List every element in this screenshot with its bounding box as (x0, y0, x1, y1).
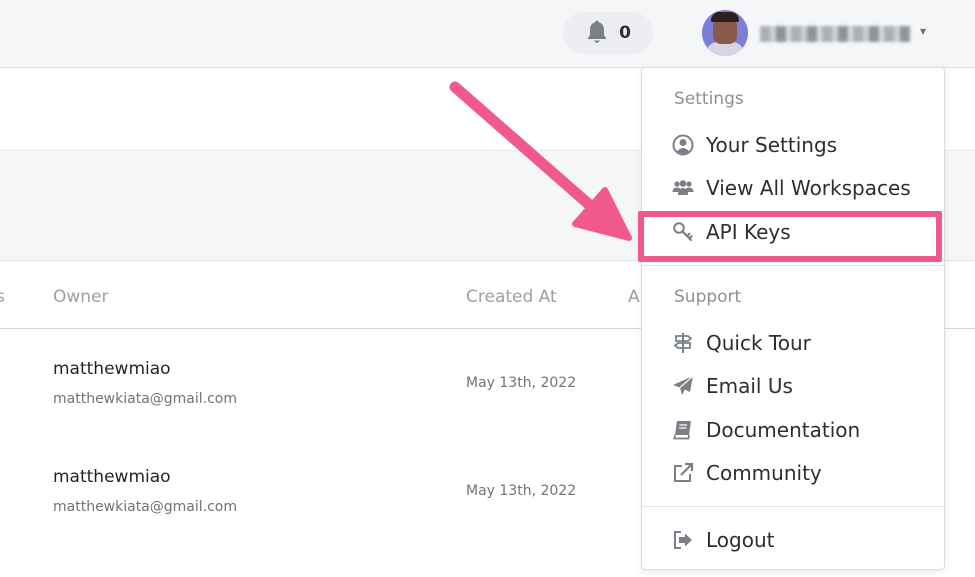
user-circle-icon (672, 134, 694, 156)
owner-name: matthewmiao (53, 467, 171, 487)
column-header-created-at[interactable]: Created At (466, 287, 557, 307)
user-dropdown-menu: Settings Your Settings View All Workspac… (641, 67, 945, 570)
menu-item-your-settings[interactable]: Your Settings (672, 130, 837, 160)
menu-item-community[interactable]: Community (672, 458, 822, 488)
menu-item-label: Logout (706, 528, 775, 552)
owner-email: matthewkiata@gmail.com (53, 499, 238, 515)
book-icon (673, 421, 691, 440)
chevron-down-icon[interactable]: ▾ (920, 24, 926, 38)
owner-email: matthewkiata@gmail.com (53, 391, 238, 407)
menu-item-label: View All Workspaces (706, 176, 911, 200)
column-header-clipped: s (0, 287, 5, 307)
menu-item-email-us[interactable]: Email Us (672, 371, 793, 401)
bell-icon (587, 20, 607, 43)
menu-item-label: Quick Tour (706, 331, 811, 355)
users-icon (672, 180, 694, 195)
notification-count: 0 (619, 23, 631, 43)
menu-divider (642, 506, 944, 507)
notifications-button[interactable]: 0 (563, 12, 653, 54)
support-section-label: Support (674, 287, 742, 307)
column-header-clipped-right: A (628, 287, 640, 307)
created-at: May 13th, 2022 (466, 483, 577, 499)
sign-out-icon (674, 531, 692, 549)
menu-item-documentation[interactable]: Documentation (672, 415, 860, 445)
menu-item-logout[interactable]: Logout (672, 525, 774, 555)
settings-section-label: Settings (674, 89, 744, 109)
avatar[interactable] (702, 10, 748, 56)
menu-item-label: Community (706, 461, 822, 485)
paper-plane-icon (673, 375, 694, 395)
menu-item-label: Documentation (706, 418, 861, 442)
menu-divider (642, 265, 944, 266)
menu-item-view-all-workspaces[interactable]: View All Workspaces (672, 173, 911, 203)
owner-name: matthewmiao (53, 359, 171, 379)
username-blurred[interactable] (760, 26, 910, 42)
menu-item-quick-tour[interactable]: Quick Tour (672, 328, 811, 358)
created-at: May 13th, 2022 (466, 375, 577, 391)
menu-item-label: Your Settings (706, 133, 838, 157)
top-bar: 0 ▾ (0, 0, 975, 68)
menu-item-label: Email Us (706, 374, 793, 398)
external-link-icon (674, 462, 694, 482)
directions-sign-icon (673, 333, 693, 353)
api-keys-highlight-box (638, 211, 942, 262)
column-header-owner[interactable]: Owner (53, 287, 109, 307)
